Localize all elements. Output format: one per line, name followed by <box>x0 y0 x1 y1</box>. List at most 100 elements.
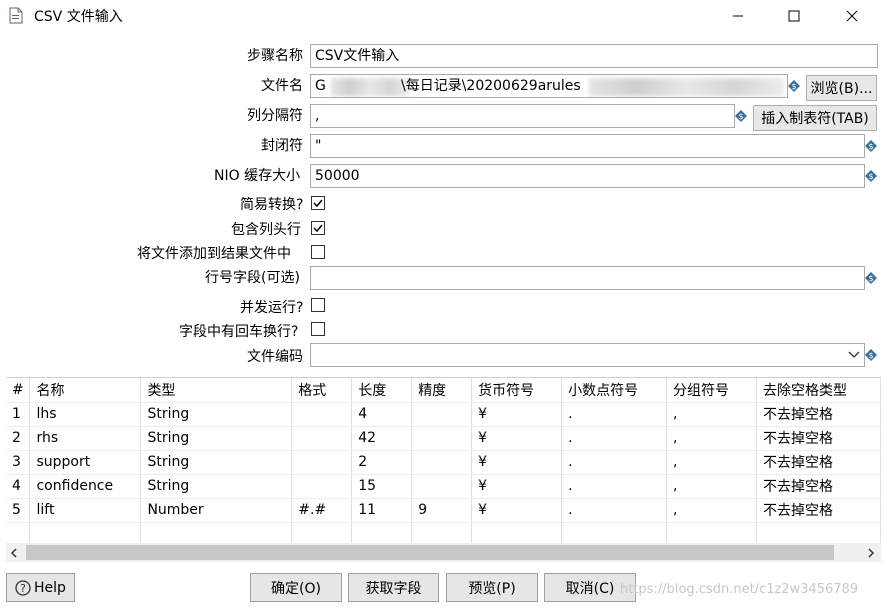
table-cell[interactable]: , <box>666 426 757 451</box>
table-cell[interactable]: , <box>666 498 757 523</box>
table-row[interactable]: 2 rhs String 42 ¥ . , 不去掉空格 <box>6 426 881 451</box>
table-cell[interactable] <box>471 522 563 543</box>
column-header[interactable]: # <box>6 378 31 403</box>
table-cell[interactable] <box>561 522 668 543</box>
header-row-checkbox[interactable] <box>311 221 325 235</box>
chevron-right-icon[interactable] <box>867 548 875 558</box>
table-cell[interactable] <box>291 450 353 475</box>
table-cell[interactable]: 4 <box>351 402 413 427</box>
table-cell[interactable] <box>351 522 413 543</box>
ok-button[interactable]: 确定(O) <box>250 573 342 602</box>
column-header[interactable]: 长度 <box>351 378 413 403</box>
table-cell[interactable] <box>411 450 473 475</box>
table-cell[interactable] <box>411 474 473 499</box>
redacted-region <box>331 78 409 96</box>
table-cell[interactable] <box>756 522 881 543</box>
delimiter-input[interactable]: , <box>310 104 735 128</box>
table-row[interactable]: 1 lhs String 4 ¥ . , 不去掉空格 <box>6 402 881 427</box>
enclosure-input[interactable]: " <box>310 134 865 158</box>
table-cell[interactable]: lift <box>29 498 142 523</box>
table-cell[interactable]: 9 <box>411 498 473 523</box>
table-cell[interactable]: 不去掉空格 <box>756 426 881 451</box>
table-cell[interactable]: 11 <box>351 498 413 523</box>
table-cell[interactable]: , <box>666 402 757 427</box>
table-cell[interactable]: support <box>29 450 142 475</box>
column-header[interactable]: 精度 <box>411 378 473 403</box>
step-name-label: 步骤名称 <box>247 48 303 64</box>
table-cell[interactable]: String <box>140 426 293 451</box>
table-cell[interactable]: confidence <box>29 474 142 499</box>
table-cell[interactable] <box>291 426 353 451</box>
insert-tab-button[interactable]: 插入制表符(TAB) <box>753 105 877 131</box>
maximize-button[interactable] <box>766 0 822 32</box>
table-cell[interactable]: ¥ <box>471 474 563 499</box>
table-cell[interactable] <box>411 522 473 543</box>
add-result-checkbox[interactable] <box>311 245 325 259</box>
table-cell[interactable]: . <box>561 450 668 475</box>
table-cell[interactable]: , <box>666 450 757 475</box>
table-cell[interactable]: ¥ <box>471 402 563 427</box>
close-button[interactable] <box>824 0 880 32</box>
get-fields-button[interactable]: 获取字段 <box>348 573 439 602</box>
table-row[interactable]: 4 confidence String 15 ¥ . , 不去掉空格 <box>6 474 881 499</box>
column-header[interactable]: 名称 <box>29 378 142 403</box>
table-row[interactable]: 5 lift Number #.# 11 9 ¥ . , 不去掉空格 <box>6 498 881 523</box>
minimize-button[interactable] <box>710 0 766 32</box>
table-cell[interactable]: String <box>140 402 293 427</box>
parallel-checkbox[interactable] <box>311 298 325 312</box>
column-header[interactable]: 分组符号 <box>666 378 757 403</box>
table-cell[interactable] <box>666 522 757 543</box>
table-cell[interactable]: rhs <box>29 426 142 451</box>
lazy-conversion-checkbox[interactable] <box>311 196 325 210</box>
table-cell[interactable]: 42 <box>351 426 413 451</box>
table-row-empty[interactable] <box>6 522 881 543</box>
table-cell[interactable] <box>411 402 473 427</box>
table-cell[interactable] <box>291 402 353 427</box>
table-cell[interactable]: 不去掉空格 <box>756 474 881 499</box>
column-header[interactable]: 类型 <box>140 378 293 403</box>
table-cell[interactable] <box>411 426 473 451</box>
nio-buffer-input[interactable]: 50000 <box>310 164 865 188</box>
table-cell[interactable]: . <box>561 426 668 451</box>
table-cell[interactable]: lhs <box>29 402 142 427</box>
table-cell[interactable]: Number <box>140 498 293 523</box>
table-cell[interactable] <box>291 522 353 543</box>
table-cell[interactable]: ¥ <box>471 498 563 523</box>
filename-input[interactable]: G \每日记录\20200629arules <box>310 74 788 98</box>
table-cell[interactable]: 2 <box>351 450 413 475</box>
table-cell[interactable]: 15 <box>351 474 413 499</box>
step-name-input[interactable]: CSV文件输入 <box>310 44 878 68</box>
fields-table[interactable]: # 名称 类型 格式 长度 精度 货币符号 小数点符号 分组符号 去除空格类型 … <box>6 377 881 543</box>
horizontal-scrollbar[interactable] <box>6 543 881 562</box>
column-header[interactable]: 去除空格类型 <box>756 378 881 403</box>
column-header[interactable]: 小数点符号 <box>561 378 668 403</box>
table-cell[interactable]: . <box>561 498 668 523</box>
chevron-left-icon[interactable] <box>10 548 18 558</box>
table-cell[interactable]: ¥ <box>471 450 563 475</box>
table-cell[interactable] <box>29 522 142 543</box>
column-header[interactable]: 格式 <box>291 378 353 403</box>
table-cell[interactable]: 不去掉空格 <box>756 498 881 523</box>
table-cell[interactable]: 不去掉空格 <box>756 450 881 475</box>
table-cell[interactable]: , <box>666 474 757 499</box>
table-cell[interactable]: #.# <box>291 498 353 523</box>
help-button[interactable]: ? Help <box>6 573 75 602</box>
table-cell[interactable]: String <box>140 474 293 499</box>
rownum-input[interactable] <box>310 266 865 290</box>
encoding-select[interactable] <box>310 343 865 367</box>
table-cell[interactable]: ¥ <box>471 426 563 451</box>
table-cell[interactable] <box>291 474 353 499</box>
table-cell[interactable]: . <box>561 474 668 499</box>
column-header[interactable]: 货币符号 <box>471 378 563 403</box>
table-row[interactable]: 3 support String 2 ¥ . , 不去掉空格 <box>6 450 881 475</box>
browse-button[interactable]: 浏览(B)... <box>806 75 877 101</box>
table-cell[interactable]: 不去掉空格 <box>756 402 881 427</box>
newline-checkbox[interactable] <box>311 322 325 336</box>
table-cell: 3 <box>6 450 31 475</box>
table-cell[interactable] <box>140 522 293 543</box>
checkmark-icon <box>313 224 323 233</box>
scrollbar-thumb[interactable] <box>26 545 834 560</box>
table-cell[interactable]: . <box>561 402 668 427</box>
preview-button[interactable]: 预览(P) <box>446 573 538 602</box>
table-cell[interactable]: String <box>140 450 293 475</box>
